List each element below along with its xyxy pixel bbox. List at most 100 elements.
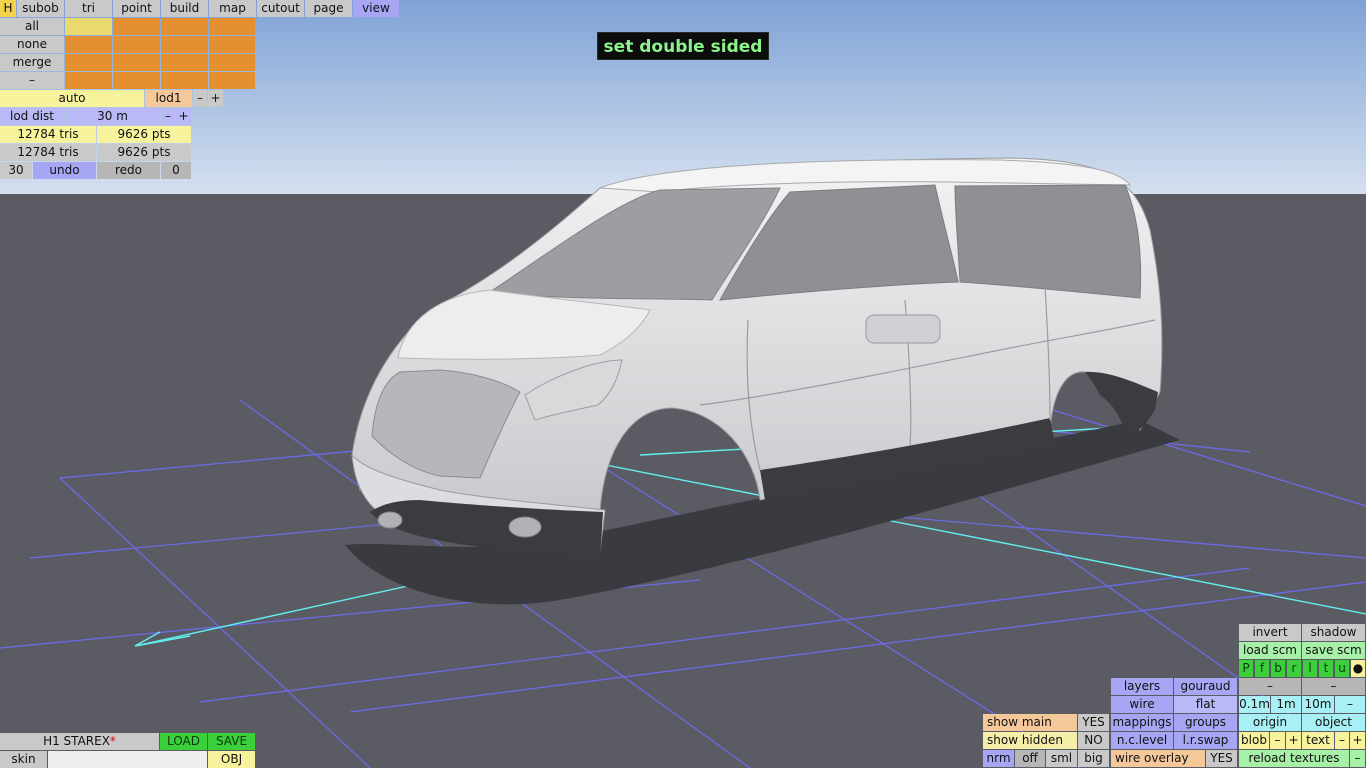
tris-count: 12784 tris: [0, 126, 96, 143]
menu-point[interactable]: point: [113, 0, 160, 17]
select-all-button[interactable]: all: [0, 18, 64, 35]
layers-button[interactable]: layers: [1111, 678, 1173, 695]
skin-field[interactable]: [48, 751, 207, 768]
redo-button[interactable]: redo: [97, 162, 160, 179]
nc-level-button[interactable]: n.c.level: [1111, 732, 1173, 749]
sml-button[interactable]: sml: [1046, 750, 1077, 767]
select-slot[interactable]: [113, 18, 160, 35]
menu-h[interactable]: H: [0, 0, 16, 17]
show-main-value[interactable]: YES: [1078, 714, 1109, 731]
select-slot[interactable]: [161, 72, 208, 89]
obj-button[interactable]: OBJ: [208, 751, 255, 768]
pts-count-total: 9626 pts: [97, 144, 191, 161]
model-name[interactable]: H1 STAREX*: [0, 733, 159, 750]
menu-cutout[interactable]: cutout: [257, 0, 304, 17]
save-button[interactable]: SAVE: [208, 733, 255, 750]
blob-plus-button[interactable]: +: [1286, 732, 1301, 749]
menu-tri[interactable]: tri: [65, 0, 112, 17]
model-name-text: H1 STAREX: [43, 734, 110, 748]
reload-minus-button[interactable]: –: [1350, 750, 1365, 767]
grid-10m-button[interactable]: 10m: [1302, 696, 1334, 713]
undo-count: 30: [0, 162, 32, 179]
select-slot[interactable]: [209, 72, 255, 89]
wire-button[interactable]: wire: [1111, 696, 1173, 713]
lod-dist-minus-button[interactable]: –: [161, 108, 175, 125]
save-scm-button[interactable]: save scm: [1302, 642, 1365, 659]
undo-button[interactable]: undo: [33, 162, 96, 179]
select-dash-button[interactable]: –: [0, 72, 64, 89]
select-slot[interactable]: [65, 36, 112, 53]
redo-count: 0: [161, 162, 191, 179]
shadow-button[interactable]: shadow: [1302, 624, 1365, 641]
select-none-button[interactable]: none: [0, 36, 64, 53]
status-message: set double sided: [597, 32, 769, 60]
menu-build[interactable]: build: [161, 0, 208, 17]
select-slot[interactable]: [113, 36, 160, 53]
grid-01m-button[interactable]: 0.1m: [1239, 696, 1270, 713]
mappings-button[interactable]: mappings: [1111, 714, 1173, 731]
text-minus-button[interactable]: –: [1335, 732, 1349, 749]
select-merge-button[interactable]: merge: [0, 54, 64, 71]
view-p-button[interactable]: P: [1239, 660, 1253, 677]
lod-minus-button[interactable]: –: [193, 90, 207, 107]
view-l-button[interactable]: l: [1303, 660, 1317, 677]
gouraud-button[interactable]: gouraud: [1174, 678, 1237, 695]
text-button[interactable]: text: [1302, 732, 1334, 749]
load-scm-button[interactable]: load scm: [1239, 642, 1301, 659]
view-f-button[interactable]: f: [1255, 660, 1269, 677]
select-slot[interactable]: [161, 18, 208, 35]
flat-button[interactable]: flat: [1174, 696, 1237, 713]
off-button[interactable]: off: [1015, 750, 1045, 767]
select-slot[interactable]: [161, 36, 208, 53]
nrm-button[interactable]: nrm: [983, 750, 1014, 767]
menu-subob[interactable]: subob: [17, 0, 64, 17]
dash-button-2[interactable]: –: [1302, 678, 1365, 695]
view-dot-button[interactable]: ●: [1351, 660, 1365, 677]
menu-page[interactable]: page: [305, 0, 352, 17]
modified-mark: *: [109, 734, 116, 748]
view-t-button[interactable]: t: [1319, 660, 1333, 677]
select-slot[interactable]: [209, 54, 255, 71]
select-slot[interactable]: [113, 72, 160, 89]
select-slot[interactable]: [209, 18, 255, 35]
groups-button[interactable]: groups: [1174, 714, 1237, 731]
select-slot[interactable]: [209, 36, 255, 53]
select-slot[interactable]: [161, 54, 208, 71]
blob-button[interactable]: blob: [1239, 732, 1269, 749]
lr-swap-button[interactable]: l.r.swap: [1174, 732, 1237, 749]
invert-button[interactable]: invert: [1239, 624, 1301, 641]
origin-button[interactable]: origin: [1239, 714, 1301, 731]
lod-auto-button[interactable]: auto: [0, 90, 144, 107]
big-button[interactable]: big: [1078, 750, 1109, 767]
lod-dist-plus-button[interactable]: +: [176, 108, 191, 125]
select-slot[interactable]: [113, 54, 160, 71]
pts-count: 9626 pts: [97, 126, 191, 143]
object-button[interactable]: object: [1302, 714, 1365, 731]
text-plus-button[interactable]: +: [1350, 732, 1365, 749]
wire-overlay-value[interactable]: YES: [1206, 750, 1237, 767]
wire-overlay-button[interactable]: wire overlay: [1111, 750, 1205, 767]
show-hidden-button[interactable]: show hidden: [983, 732, 1077, 749]
menu-view[interactable]: view: [353, 0, 399, 17]
select-slot[interactable]: [65, 18, 112, 35]
3d-viewport[interactable]: [0, 0, 1366, 768]
grid-1m-button[interactable]: 1m: [1271, 696, 1301, 713]
show-main-button[interactable]: show main: [983, 714, 1077, 731]
lod-plus-button[interactable]: +: [208, 90, 223, 107]
reload-textures-button[interactable]: reload textures: [1239, 750, 1349, 767]
select-slot[interactable]: [65, 54, 112, 71]
tris-count-total: 12784 tris: [0, 144, 96, 161]
dash-button-1[interactable]: –: [1239, 678, 1301, 695]
skin-label[interactable]: skin: [0, 751, 47, 768]
grid-minus-button[interactable]: –: [1335, 696, 1365, 713]
load-button[interactable]: LOAD: [160, 733, 207, 750]
lod-dist-value[interactable]: 30 m: [65, 108, 160, 125]
lod-level-button[interactable]: lod1: [145, 90, 192, 107]
show-hidden-value[interactable]: NO: [1078, 732, 1109, 749]
view-u-button[interactable]: u: [1335, 660, 1349, 677]
select-slot[interactable]: [65, 72, 112, 89]
menu-map[interactable]: map: [209, 0, 256, 17]
view-b-button[interactable]: b: [1271, 660, 1285, 677]
blob-minus-button[interactable]: –: [1270, 732, 1285, 749]
view-r-button[interactable]: r: [1287, 660, 1301, 677]
